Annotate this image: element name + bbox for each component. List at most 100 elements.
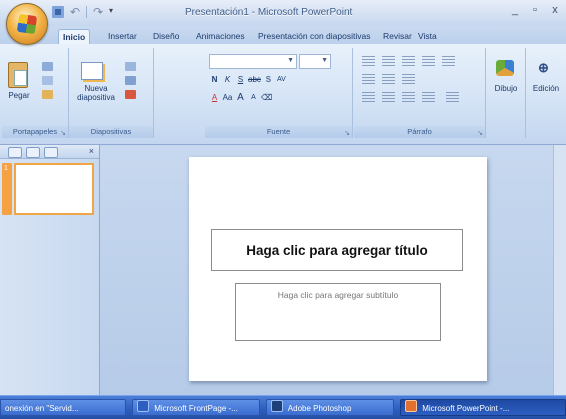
dialog-launcher-icon[interactable]: ↘ [477,129,483,137]
align-right-icon[interactable] [402,92,415,103]
drawing-button[interactable]: Dibujo [487,84,525,93]
underline-button[interactable]: S [235,74,246,86]
new-slide-button[interactable]: Nueva diapositiva [71,84,121,102]
paste-button[interactable]: Pegar [4,91,34,100]
save-icon[interactable] [52,6,64,18]
new-slide-icon[interactable] [81,62,103,80]
editing-button[interactable]: Edición [526,84,566,93]
justify-icon[interactable] [422,92,435,103]
tab-animaciones[interactable]: Animaciones [192,29,249,44]
photoshop-icon [271,400,283,412]
taskbar-item-photoshop[interactable]: Adobe Photoshop [266,399,394,416]
bold-button[interactable]: N [209,74,220,86]
tab-revisar[interactable]: Revisar [379,29,416,44]
taskbar: onexión en "Servid... Microsoft FrontPag… [0,395,566,419]
subtitle-placeholder[interactable]: Haga clic para agregar subtítulo [235,283,441,341]
redo-icon[interactable]: ↷ [92,6,104,18]
align-text-icon[interactable] [402,74,415,85]
cut-icon[interactable] [42,62,53,71]
close-icon[interactable]: × [89,146,94,156]
minimize-button[interactable]: _ [510,4,520,16]
group-label-clipboard: Portapapeles [2,126,68,138]
slide-canvas[interactable]: Haga clic para agregar título Haga clic … [189,157,487,381]
grow-font-button[interactable]: A [235,92,246,104]
font-format-row-2: A Aa A A ⌫ [209,92,272,104]
font-format-row: N K S abc S AV [209,74,287,86]
title-placeholder[interactable]: Haga clic para agregar título [211,229,463,271]
clear-format-icon[interactable]: ⌫ [261,92,272,104]
decrease-indent-icon[interactable] [402,56,415,67]
increase-indent-icon[interactable] [422,56,435,67]
vertical-scrollbar[interactable] [553,145,566,395]
group-clipboard: Pegar Portapapeles ↘ [2,48,69,138]
character-spacing-button[interactable]: AV [276,74,287,86]
layout-icon[interactable] [125,62,136,71]
find-binoculars-icon[interactable]: ⊕ [538,60,552,76]
tab-vista[interactable]: Vista [414,29,441,44]
taskbar-item-powerpoint[interactable]: Microsoft PowerPoint -... [400,399,566,416]
tab-presentacion[interactable]: Presentación con diapositivas [254,29,374,44]
group-drawing: Dibujo [487,48,526,138]
tab-inicio[interactable]: Inicio [58,29,91,45]
ribbon: Pegar Portapapeles ↘ Nueva diapositiva D… [0,44,566,145]
pane-tabs: × [0,145,99,159]
group-editing: ⊕ Edición [526,48,566,138]
window-controls: _ ▫ x [510,4,560,16]
taskbar-label: Adobe Photoshop [287,404,352,413]
slides-tab-icon[interactable] [8,147,22,158]
close-button[interactable]: x [550,4,560,16]
copy-icon[interactable] [42,76,53,85]
ribbon-tabs: Inicio Insertar Diseño Animaciones Prese… [0,26,566,45]
font-size-input[interactable]: ▼ [299,54,331,69]
dialog-launcher-icon[interactable]: ↘ [60,129,66,137]
shapes-icon[interactable] [496,60,514,76]
notes-tab-icon[interactable] [44,147,58,158]
delete-slide-icon[interactable] [125,90,136,99]
taskbar-label: Microsoft FrontPage -... [154,404,238,413]
paste-icon[interactable] [8,62,28,88]
columns-icon[interactable] [362,74,375,85]
smartart-icon[interactable] [446,92,459,103]
slides-pane: × 1 [0,145,100,395]
dialog-launcher-icon[interactable]: ↘ [344,129,350,137]
group-label-font: Fuente [205,126,352,138]
numbering-icon[interactable] [382,56,395,67]
taskbar-item-frontpage[interactable]: Microsoft FrontPage -... [132,399,260,416]
reset-icon[interactable] [125,76,136,85]
toolbar-separator [86,6,87,18]
group-paragraph: Párrafo ↘ [354,48,486,138]
quick-access-toolbar: ↶ ↷ ▾ [52,6,117,18]
group-font: ▼ ▼ N K S abc S AV A Aa A A ⌫ Fuente ↘ [205,48,353,138]
slide-workspace: Haga clic para agregar título Haga clic … [100,145,566,395]
strikethrough-button[interactable]: abc [248,74,261,86]
format-painter-icon[interactable] [42,90,53,99]
text-direction-icon[interactable] [382,74,395,85]
chevron-down-icon[interactable]: ▼ [321,57,328,64]
taskbar-label: Microsoft PowerPoint -... [422,404,510,413]
undo-icon[interactable]: ↶ [69,6,81,18]
align-center-icon[interactable] [382,92,395,103]
bullets-icon[interactable] [362,56,375,67]
shadow-button[interactable]: S [263,74,274,86]
font-name-input[interactable]: ▼ [209,54,297,69]
chevron-down-icon[interactable]: ▼ [287,57,294,64]
slide-thumbnail[interactable] [14,163,94,215]
outline-tab-icon[interactable] [26,147,40,158]
window-title: Presentación1 - Microsoft PowerPoint [185,7,353,18]
align-left-icon[interactable] [362,92,375,103]
italic-button[interactable]: K [222,74,233,86]
shrink-font-button[interactable]: A [248,92,259,104]
group-slides: Nueva diapositiva Diapositivas [69,48,154,138]
office-button[interactable] [6,3,48,45]
tab-insertar[interactable]: Insertar [104,29,141,44]
tab-diseno[interactable]: Diseño [149,29,183,44]
group-label-slides: Diapositivas [69,126,153,138]
font-color-button[interactable]: A [209,92,220,104]
line-spacing-icon[interactable] [442,56,455,67]
taskbar-item-network[interactable]: onexión en "Servid... [0,399,126,416]
taskbar-label: onexión en "Servid... [5,404,79,413]
customize-toolbar-chevron-icon[interactable]: ▾ [109,6,117,18]
title-bar: ↶ ↷ ▾ Presentación1 - Microsoft PowerPoi… [0,0,566,45]
maximize-button[interactable]: ▫ [530,4,540,16]
change-case-button[interactable]: Aa [222,92,233,104]
